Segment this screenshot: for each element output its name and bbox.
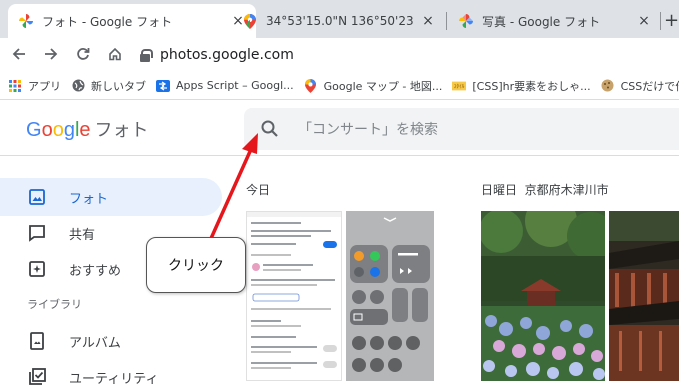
date-label: 日曜日 — [481, 183, 518, 197]
address-text: photos.google.com — [160, 47, 294, 63]
photo-icon — [27, 187, 47, 207]
tab-divider — [446, 12, 447, 30]
search-placeholder: 「コンサート」を検索 — [298, 122, 438, 138]
photo-thumbnail[interactable] — [246, 211, 342, 381]
tab-title: 写真 - Google フォト — [482, 14, 601, 29]
home-icon[interactable] — [102, 46, 128, 65]
tab-google-photos[interactable]: フォト - Google フォト × — [8, 4, 256, 38]
bookmark-label: Apps Script – Googl... — [176, 79, 294, 92]
tab-title: フォト - Google フォト — [42, 14, 173, 29]
bookmarks-bar: アプリ 新しいタブ Apps Script – Googl... Google … — [0, 72, 679, 100]
bookmark-css-hr[interactable]: ｽﾀｲﾙ [CSS]hr要素をおしゃ... — [452, 78, 591, 94]
product-name: フォト — [94, 120, 149, 140]
bookmark-label: CSSだけで作るちょっ — [620, 79, 679, 93]
bookmark-css-only[interactable]: CSSだけで作るちょっ — [601, 78, 679, 94]
tab-title: 34°53'15.0"N 136°50'23.3"E - Goo — [266, 14, 414, 28]
photo-thumbnail[interactable] — [609, 211, 679, 381]
photo-thumbnail[interactable] — [346, 211, 434, 381]
search-input[interactable]: 「コンサート」を検索 — [244, 108, 679, 150]
search-icon[interactable] — [260, 119, 280, 139]
bookmark-google-maps[interactable]: Google マップ - 地図... — [304, 78, 443, 94]
close-tab-icon[interactable]: × — [636, 13, 652, 29]
globe-icon — [71, 79, 85, 93]
sidebar-item-label: 共有 — [69, 227, 96, 243]
browser-toolbar: photos.google.com — [0, 38, 679, 72]
sidebar-item-albums[interactable]: アルバム — [0, 322, 222, 360]
tab-strip: フォト - Google フォト × 34°53'15.0"N 136°50'2… — [0, 0, 679, 38]
reload-icon[interactable] — [70, 46, 96, 65]
lock-icon — [140, 48, 153, 62]
date-group-header-sunday: 日曜日 京都府木津川市 — [481, 181, 609, 198]
bookmark-apps-script[interactable]: Apps Script – Googl... — [156, 79, 294, 93]
sidebar-item-label: ユーティリティ — [69, 371, 159, 387]
chat-bubble-icon — [27, 223, 47, 243]
sparkle-icon — [27, 259, 47, 279]
tab-photos-album[interactable]: 写真 - Google フォト × — [448, 4, 662, 38]
bookmark-label: [CSS]hr要素をおしゃ... — [472, 79, 591, 93]
sidebar-item-utilities[interactable]: ユーティリティ — [0, 358, 222, 387]
sidebar-item-label: アルバム — [69, 335, 121, 351]
new-tab-button[interactable]: + — [664, 10, 679, 31]
google-maps-pin-icon — [242, 13, 258, 29]
sidebar-item-photos[interactable]: フォト — [0, 178, 222, 216]
place-label: 京都府木津川市 — [524, 183, 609, 197]
tab-divider — [660, 12, 661, 30]
sidebar-item-label: フォト — [69, 191, 109, 207]
google-maps-pin-icon — [304, 78, 318, 93]
close-tab-icon[interactable]: × — [420, 13, 436, 29]
bookmark-label: 新しいタブ — [91, 79, 146, 93]
album-icon — [27, 331, 47, 351]
date-group-header-today: 今日 — [246, 183, 271, 197]
svg-text:ｽﾀｲﾙ: ｽﾀｲﾙ — [454, 83, 465, 90]
bookmark-label: アプリ — [28, 79, 61, 93]
cookie-icon — [601, 79, 615, 93]
google-photos-pinwheel-icon — [458, 13, 474, 29]
site-favicon-icon: ｽﾀｲﾙ — [452, 79, 467, 93]
back-arrow-icon[interactable] — [6, 46, 32, 65]
google-photos-logo[interactable]: Google フォト — [26, 116, 149, 142]
checklist-icon — [27, 367, 47, 387]
photo-thumbnail[interactable] — [481, 211, 605, 381]
click-callout: クリック — [146, 237, 246, 293]
bookmark-label: Google マップ - 地図... — [323, 79, 443, 93]
apps-script-icon — [156, 79, 170, 93]
address-bar[interactable]: photos.google.com — [140, 47, 294, 63]
app-header: Google フォト 「コンサート」を検索 — [0, 100, 679, 156]
bookmark-new-tab[interactable]: 新しいタブ — [71, 78, 146, 94]
tab-google-maps[interactable]: 34°53'15.0"N 136°50'23.3"E - Goo × — [232, 4, 446, 38]
apps-grid-icon — [8, 79, 22, 93]
library-section-heading: ライブラリ — [27, 298, 82, 311]
sidebar-item-label: おすすめ — [69, 263, 122, 279]
bookmark-apps[interactable]: アプリ — [8, 78, 61, 94]
forward-arrow-icon[interactable] — [38, 46, 64, 65]
google-photos-pinwheel-icon — [18, 13, 34, 29]
